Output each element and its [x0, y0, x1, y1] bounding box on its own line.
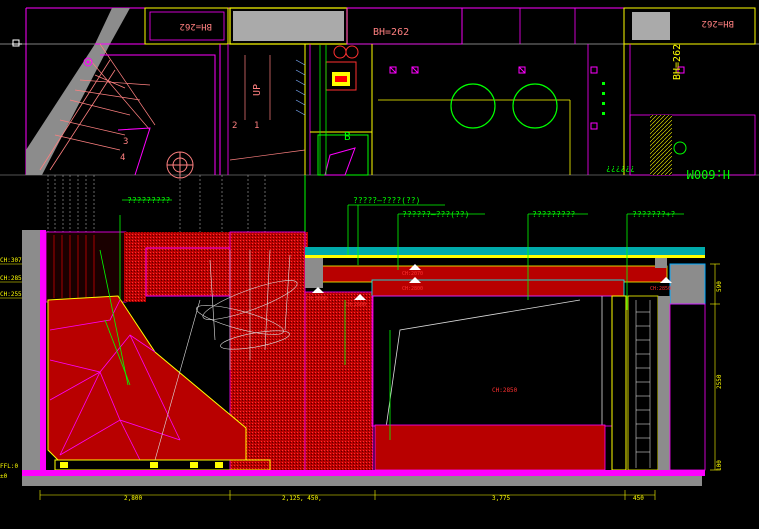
level-tag-3: CH:2550 — [0, 291, 26, 298]
ceiling-tag-3: CH:2800 — [402, 286, 423, 292]
bh-label-mid: BH=262 — [373, 27, 409, 38]
plan-note-text: ?????? — [606, 164, 635, 173]
cad-viewport[interactable]: 3 4 BH=262 BH=262 2 1 UP B BH=262 BH=262… — [0, 0, 759, 529]
sculptural-bench — [47, 295, 247, 461]
callout-5: ???????+? — [632, 210, 676, 219]
room-center-tag: CH:2850 — [492, 387, 518, 394]
callout-1: ????????? — [127, 196, 171, 205]
level-marks: CH:3070 CH:2850 CH:2550 FFL:0 ±0 — [0, 257, 26, 480]
ceiling-tag-5: CH:2850 — [650, 286, 671, 292]
dim-right-1: 590 — [716, 281, 723, 292]
bh-label-left: BH=262 — [179, 21, 212, 31]
dim-bottom-4: 450 — [633, 495, 644, 502]
dim-bottom-3: 3,775 — [492, 495, 510, 502]
level-tag-1: CH:3070 — [0, 257, 26, 264]
callout-2: ?????—????(??) — [353, 196, 420, 205]
round-table-right — [512, 83, 558, 129]
plan-view: 3 4 BH=262 BH=262 2 1 UP B BH=262 BH=262… — [0, 7, 759, 181]
room-code-label: B — [344, 130, 351, 143]
level-tag-2: CH:2850 — [0, 275, 26, 282]
ceiling-tag-2: CH:2070 — [402, 271, 423, 277]
dim-right-2: 2550 — [716, 374, 723, 389]
fixture-group: B — [317, 45, 369, 176]
dim-right-3: 100 — [716, 460, 723, 471]
dim-bottom-2: 2,125, 450, — [282, 495, 322, 502]
stair-step-4: 4 — [120, 153, 125, 163]
bh-label-vertical: BH=262 — [672, 44, 683, 80]
bh-label-right: BH=262 — [701, 18, 734, 28]
up-arrow-label: UP — [252, 84, 263, 96]
ceiling-tag-1: CH:3000 — [306, 296, 327, 302]
stair-step-2: 2 — [232, 121, 237, 131]
round-table-left — [450, 83, 496, 129]
level-tag-4: FFL:0 — [0, 463, 18, 470]
height-label: H:600M — [687, 167, 730, 181]
dim-bottom-1: 2,800 — [124, 495, 142, 502]
section-view: CH:3070 CH:2850 CH:2550 FFL:0 ±0 CH:2850… — [0, 175, 723, 502]
ceiling-tag-4: CH:2600 — [345, 302, 366, 308]
callout-3: ??????—???(??) — [402, 210, 469, 219]
stair-step-1: 1 — [254, 121, 259, 131]
stair-step-3: 3 — [123, 137, 128, 147]
callout-4: ????????? — [532, 210, 576, 219]
rosette-symbol — [166, 151, 194, 179]
level-tag-5: ±0 — [0, 473, 8, 480]
